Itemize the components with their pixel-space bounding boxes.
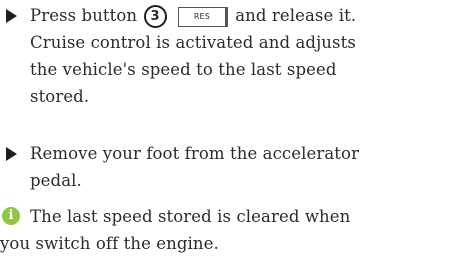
step-arrow-icon bbox=[6, 9, 17, 23]
step-text-press: Press button bbox=[30, 6, 138, 25]
step-text-release: and release it. bbox=[235, 6, 357, 25]
note-line: you switch off the engine. bbox=[0, 234, 219, 253]
note-text: The last speed stored is cleared when yo… bbox=[0, 203, 450, 257]
step-text: Remove your foot from the accelerator pe… bbox=[30, 140, 448, 194]
step-line: pedal. bbox=[30, 171, 82, 190]
step-line: Press button 3 RES and release it. bbox=[30, 2, 448, 29]
step-line: Cruise control is activated and adjusts bbox=[30, 33, 356, 52]
step-line: Remove your foot from the accelerator bbox=[30, 144, 360, 163]
step-line: stored. bbox=[30, 87, 90, 106]
instruction-page: Press button 3 RES and release it. Cruis… bbox=[0, 0, 454, 265]
step-line: the vehicle's speed to the last speed bbox=[30, 60, 337, 79]
note-line: The last speed stored is cleared when bbox=[30, 207, 351, 226]
res-key-icon: RES bbox=[177, 7, 228, 27]
step-text: Press button 3 RES and release it. Cruis… bbox=[30, 2, 448, 110]
step-arrow-icon bbox=[6, 147, 17, 161]
callout-number-3-icon: 3 bbox=[143, 5, 167, 28]
